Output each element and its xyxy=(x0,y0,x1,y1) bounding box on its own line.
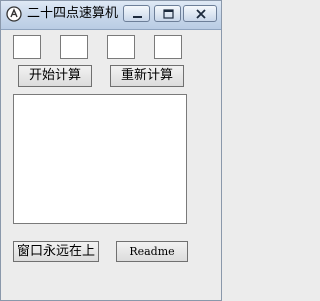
number-input-1[interactable] xyxy=(13,35,41,59)
maximize-icon xyxy=(163,9,174,19)
app-window: 二十四点速算机 开始计算 重新计算 窗口永远在上 Readme xyxy=(0,0,222,301)
readme-button[interactable]: Readme xyxy=(116,241,188,262)
number-input-4[interactable] xyxy=(154,35,182,59)
client-area: 开始计算 重新计算 窗口永远在上 Readme xyxy=(1,30,221,300)
recalc-button[interactable]: 重新计算 xyxy=(110,65,184,87)
minimize-button[interactable] xyxy=(123,5,150,22)
result-box[interactable] xyxy=(13,94,187,224)
number-input-3[interactable] xyxy=(107,35,135,59)
window-title: 二十四点速算机 xyxy=(27,6,119,21)
close-icon xyxy=(196,9,206,19)
always-on-top-button[interactable]: 窗口永远在上 xyxy=(13,241,99,262)
close-button[interactable] xyxy=(183,5,217,22)
app-logo-icon[interactable] xyxy=(6,6,22,22)
maximize-button[interactable] xyxy=(154,5,181,22)
start-calc-button[interactable]: 开始计算 xyxy=(18,65,92,87)
title-bar[interactable]: 二十四点速算机 xyxy=(1,1,221,30)
number-input-2[interactable] xyxy=(60,35,88,59)
minimize-icon xyxy=(133,16,142,18)
